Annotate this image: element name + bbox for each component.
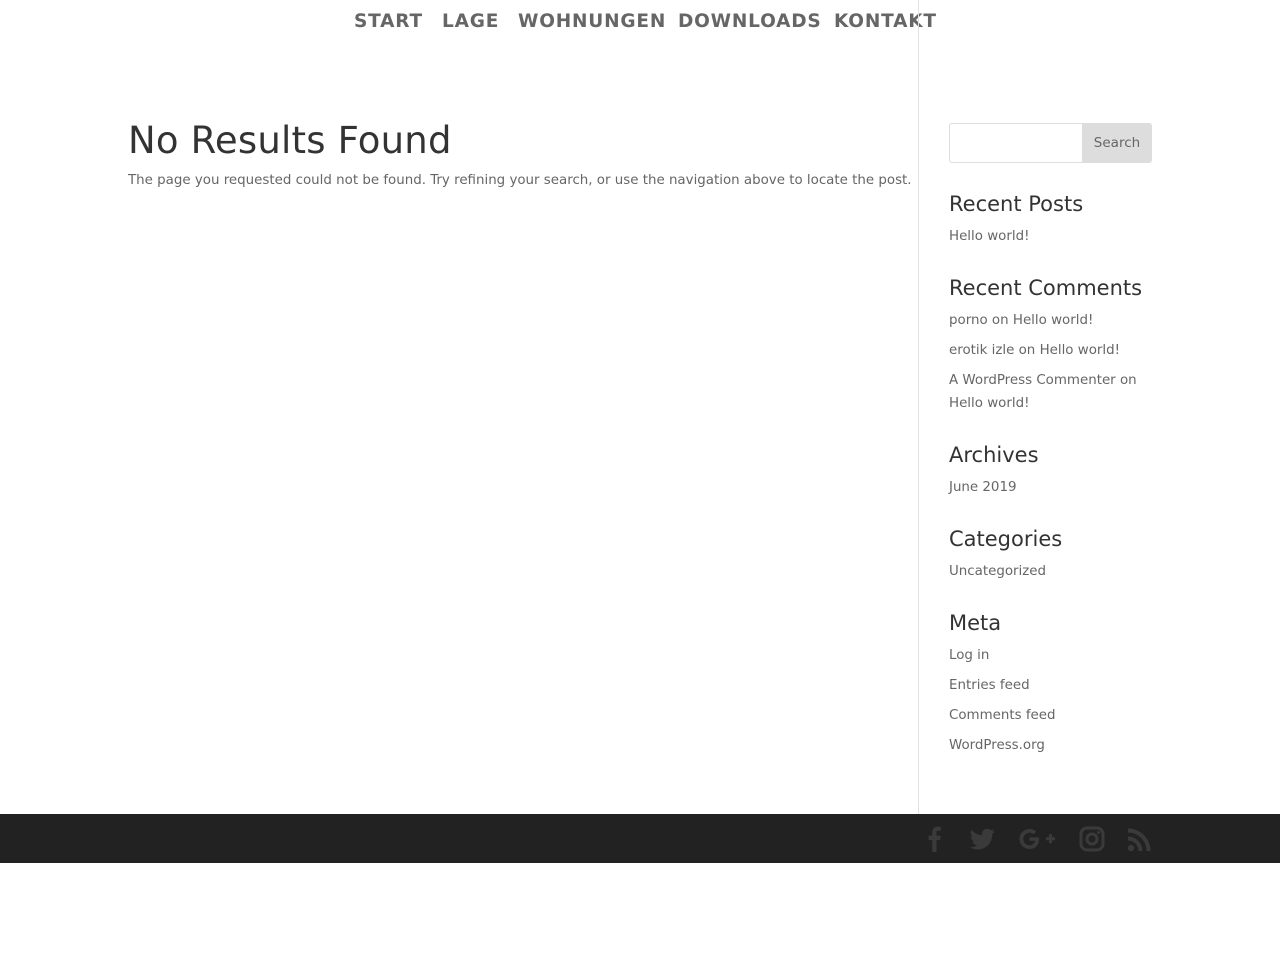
widget-archives: Archives June 2019: [949, 442, 1152, 506]
comment-post-link[interactable]: Hello world!: [949, 396, 1029, 411]
twitter-icon[interactable]: [969, 826, 996, 852]
widget-categories: Categories Uncategorized: [949, 526, 1152, 590]
footer-bar: [0, 814, 1280, 863]
widget-title-categories: Categories: [949, 527, 1063, 551]
search-form: Search: [949, 123, 1152, 163]
comment-post-link[interactable]: Hello world!: [1040, 343, 1120, 358]
nav-item-downloads[interactable]: DOWNLOADS: [678, 10, 822, 34]
not-found-message: The page you requested could not be foun…: [128, 173, 912, 188]
meta-list: Log in Entries feed Comments feed WordPr…: [949, 644, 1152, 757]
search-input[interactable]: [949, 123, 1082, 163]
archive-link[interactable]: June 2019: [949, 480, 1017, 495]
widget-title-archives: Archives: [949, 443, 1039, 467]
recent-post-link[interactable]: Hello world!: [949, 229, 1029, 244]
nav-item-wohnungen[interactable]: WOHNUNGEN: [518, 10, 666, 34]
meta-wordpress-org-link[interactable]: WordPress.org: [949, 738, 1045, 753]
facebook-icon[interactable]: [926, 826, 942, 852]
nav-item-start[interactable]: START: [354, 10, 423, 34]
widget-title-meta: Meta: [949, 611, 1002, 635]
main-navigation: START LAGE WOHNUNGEN DOWNLOADS KONTAKT: [0, 0, 1280, 48]
widget-meta: Meta Log in Entries feed Comments feed W…: [949, 610, 1152, 764]
list-item: June 2019: [949, 476, 1152, 499]
widget-title-recent-posts: Recent Posts: [949, 192, 1084, 216]
categories-list: Uncategorized: [949, 560, 1152, 583]
page-title: No Results Found: [128, 119, 452, 162]
list-item: erotik izle on Hello world!: [949, 339, 1152, 362]
category-link[interactable]: Uncategorized: [949, 564, 1046, 579]
sidebar-divider: [918, 0, 919, 814]
list-item: Hello world!: [949, 225, 1152, 248]
widget-recent-posts: Recent Posts Hello world!: [949, 191, 1152, 255]
google-plus-icon[interactable]: [1017, 826, 1057, 852]
widget-title-recent-comments: Recent Comments: [949, 276, 1143, 300]
comment-author: A WordPress Commenter: [949, 373, 1116, 388]
list-item: A WordPress Commenter on Hello world!: [949, 369, 1152, 415]
comment-post-link[interactable]: Hello world!: [1013, 313, 1093, 328]
list-item: WordPress.org: [949, 734, 1152, 757]
nav-item-lage[interactable]: LAGE: [442, 10, 499, 34]
list-item: Entries feed: [949, 674, 1152, 697]
comment-connector: on: [1119, 373, 1137, 388]
list-item: porno on Hello world!: [949, 309, 1152, 332]
instagram-icon[interactable]: [1079, 826, 1105, 852]
meta-login-link[interactable]: Log in: [949, 648, 989, 663]
widget-recent-comments: Recent Comments porno on Hello world! er…: [949, 275, 1152, 422]
meta-entries-feed-link[interactable]: Entries feed: [949, 678, 1030, 693]
comment-author: porno: [949, 313, 988, 328]
list-item: Uncategorized: [949, 560, 1152, 583]
rss-icon[interactable]: [1127, 826, 1152, 852]
search-button[interactable]: Search: [1082, 123, 1152, 163]
sidebar: Search Recent Posts Hello world! Recent …: [949, 123, 1152, 753]
nav-item-kontakt[interactable]: KONTAKT: [834, 10, 937, 34]
recent-posts-list: Hello world!: [949, 225, 1152, 248]
comment-connector: on: [1018, 343, 1036, 358]
comment-author: erotik izle: [949, 343, 1015, 358]
main-content: No Results Found The page you requested …: [128, 118, 912, 192]
archives-list: June 2019: [949, 476, 1152, 499]
meta-comments-feed-link[interactable]: Comments feed: [949, 708, 1056, 723]
list-item: Comments feed: [949, 704, 1152, 727]
recent-comments-list: porno on Hello world! erotik izle on Hel…: [949, 309, 1152, 415]
comment-connector: on: [991, 313, 1009, 328]
list-item: Log in: [949, 644, 1152, 667]
